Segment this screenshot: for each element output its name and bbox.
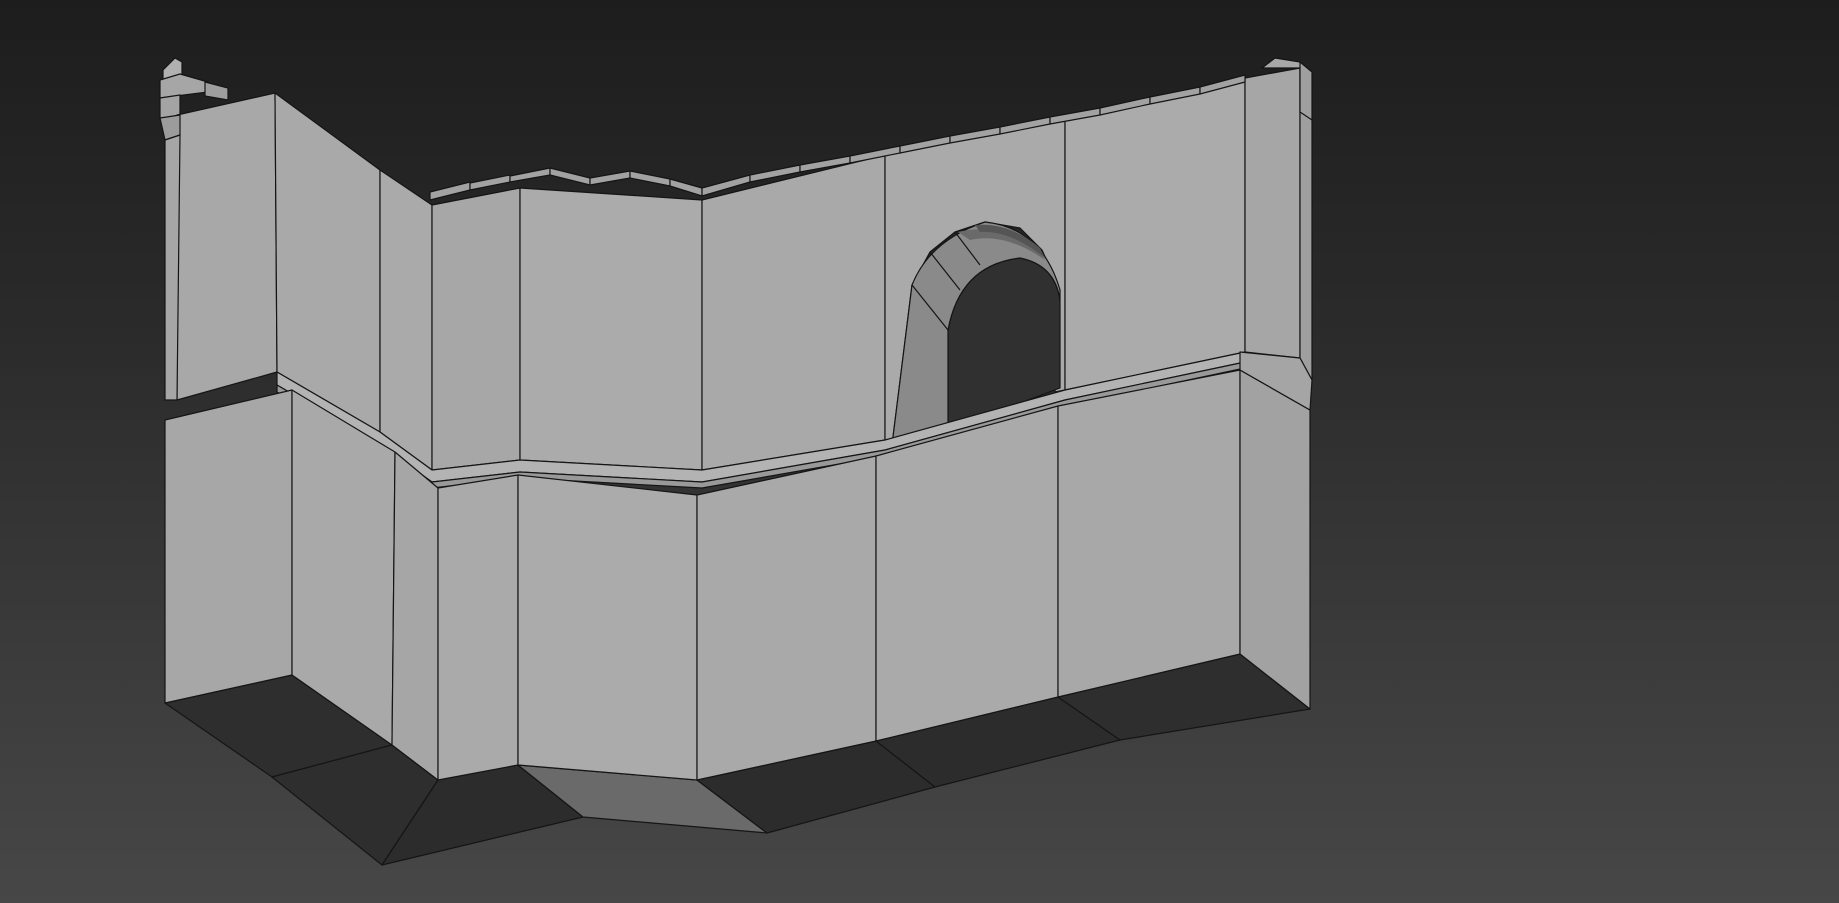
left-tower <box>159 57 278 401</box>
castle-wall-model[interactable] <box>0 0 1839 903</box>
3d-viewport[interactable] <box>0 0 1839 903</box>
